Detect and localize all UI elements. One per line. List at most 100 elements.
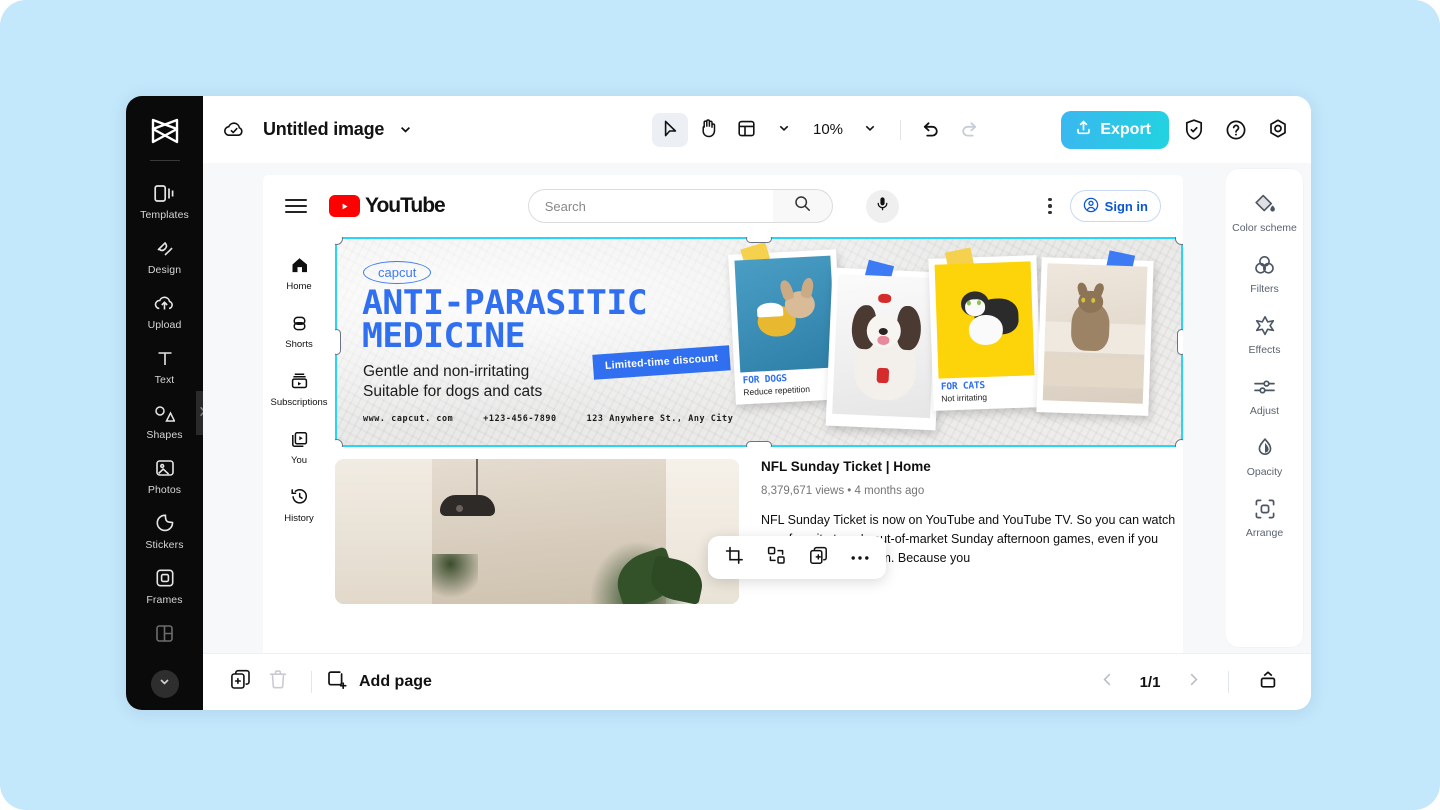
sidebar-item-frames[interactable]: Frames (126, 558, 203, 613)
paint-bucket-icon (1254, 192, 1276, 216)
contact-address: 123 Anywhere St., Any City (586, 413, 734, 423)
sidebar-item-text[interactable]: Text (126, 338, 203, 393)
crop-button[interactable] (714, 541, 754, 575)
sign-in-button[interactable]: Sign in (1069, 190, 1161, 222)
layout-dropdown-button[interactable] (766, 113, 802, 147)
sidebar-item-shapes[interactable]: Shapes (126, 393, 203, 448)
export-button[interactable]: Export (1061, 110, 1169, 149)
sidebar-item-shorts[interactable]: Shorts (263, 301, 335, 359)
redo-button[interactable] (951, 113, 987, 147)
panel-item-color-scheme[interactable]: Color scheme (1226, 183, 1303, 242)
next-page-button[interactable] (1178, 667, 1208, 697)
shorts-icon (290, 312, 309, 334)
question-circle-icon[interactable] (1219, 113, 1253, 147)
youtube-header: YouTube Search Sign in (263, 175, 1183, 237)
panel-collapse-handle[interactable] (196, 391, 203, 435)
sidebar-item-subscriptions[interactable]: Subscriptions (263, 359, 335, 417)
youtube-logo[interactable]: YouTube (329, 194, 446, 218)
video-thumbnail[interactable] (335, 459, 739, 604)
caption-subtitle: Not irritating (941, 391, 988, 404)
more-options-button[interactable] (840, 541, 880, 575)
layout-tool-button[interactable] (728, 113, 764, 147)
voice-search-button[interactable] (865, 189, 899, 223)
stickers-icon (154, 512, 176, 534)
zoom-dropdown-button[interactable] (852, 113, 888, 147)
history-clock-icon (290, 486, 309, 508)
delete-page-button[interactable] (259, 664, 297, 700)
chevron-left-icon (1100, 672, 1115, 692)
sidebar-item-home[interactable]: Home (263, 243, 335, 301)
prev-page-button[interactable] (1092, 667, 1122, 697)
panel-item-arrange[interactable]: Arrange (1226, 488, 1303, 547)
duplicate-icon (809, 546, 828, 570)
caption-subtitle (1045, 404, 1141, 407)
rail-expand-button[interactable] (150, 670, 179, 698)
settings-gear-icon[interactable] (1261, 113, 1295, 147)
chevron-down-icon (777, 121, 791, 138)
cloud-saved-icon[interactable] (217, 113, 251, 147)
capcut-logo-icon[interactable] (145, 112, 185, 150)
panel-item-label: Filters (1250, 283, 1279, 296)
upload-cloud-icon (154, 292, 176, 314)
document-title[interactable]: Untitled image (263, 119, 384, 140)
resize-handle-left[interactable] (335, 329, 341, 355)
sidebar-item-you[interactable]: You (263, 417, 335, 475)
search-input[interactable]: Search (527, 189, 773, 223)
hamburger-menu-icon[interactable] (285, 199, 307, 213)
zoom-level-value[interactable]: 10% (808, 121, 848, 138)
element-context-toolbar (708, 536, 886, 579)
photo-caption: FOR CATS Not irritating (939, 375, 1036, 404)
youtube-sidebar: Home Shorts Subscriptions You History (263, 237, 335, 604)
sidebar-item-label: You (290, 455, 308, 466)
replace-button[interactable] (756, 541, 796, 575)
headline-line-2: MEDICINE (362, 316, 525, 357)
crop-icon (725, 546, 744, 570)
sidebar-item-label: Photos (147, 484, 182, 496)
templates-icon (154, 182, 176, 204)
photo-image (934, 261, 1035, 379)
search-button[interactable] (772, 189, 833, 223)
chevron-right-icon (1186, 672, 1201, 692)
text-t-icon (154, 347, 176, 369)
photo-image (734, 255, 837, 373)
chevron-down-icon[interactable] (398, 122, 413, 137)
undo-button[interactable] (913, 113, 949, 147)
caption-title (1045, 403, 1141, 406)
sidebar-item-stickers[interactable]: Stickers (126, 503, 203, 558)
sidebar-item-templates[interactable]: Templates (126, 173, 203, 228)
zoom-control: 10% (808, 113, 888, 147)
sidebar-item-design[interactable]: Design (126, 228, 203, 283)
hand-pan-icon (699, 118, 718, 141)
sidebar-item-grid[interactable] (126, 613, 203, 656)
photo-image (1042, 263, 1148, 404)
sidebar-item-history[interactable]: History (263, 475, 335, 533)
resize-handle-bottom-left[interactable] (335, 439, 343, 447)
duplicate-button[interactable] (798, 541, 838, 575)
panel-item-filters[interactable]: Filters (1226, 244, 1303, 303)
panel-item-label: Color scheme (1232, 222, 1297, 234)
duplicate-page-icon (230, 669, 251, 695)
sidebar-item-photos[interactable]: Photos (126, 448, 203, 503)
panel-item-effects[interactable]: Effects (1226, 305, 1303, 364)
more-vertical-icon[interactable] (1048, 197, 1052, 215)
video-title[interactable]: NFL Sunday Ticket | Home (761, 459, 1177, 474)
panel-item-adjust[interactable]: Adjust (1226, 366, 1303, 425)
video-result-row: NFL Sunday Ticket | Home 8,379,671 views… (335, 447, 1183, 604)
add-page-button[interactable]: Add page (326, 669, 432, 696)
headline-line-1: ANTI-PARASITIC (362, 283, 648, 323)
pages-panel-toggle[interactable] (1249, 664, 1287, 700)
selected-banner-element[interactable]: capcut ANTI-PARASITIC MEDICINE Gentle an… (335, 237, 1183, 447)
youtube-play-icon (329, 195, 360, 217)
resize-handle-top-left[interactable] (335, 237, 343, 245)
select-tool-button[interactable] (652, 112, 688, 147)
shield-check-icon[interactable] (1177, 113, 1211, 147)
panel-item-opacity[interactable]: Opacity (1226, 427, 1303, 486)
duplicate-page-button[interactable] (221, 664, 259, 700)
sidebar-item-upload[interactable]: Upload (126, 283, 203, 338)
video-info: NFL Sunday Ticket | Home 8,379,671 views… (761, 459, 1183, 604)
hand-tool-button[interactable] (690, 113, 726, 147)
canvas-area[interactable]: YouTube Search Sign in Home Shorts Subsc… (203, 163, 1226, 653)
subtext-line-2: Suitable for dogs and cats (363, 383, 543, 401)
photos-image-icon (154, 457, 176, 479)
sidebar-item-label: Home (286, 281, 312, 292)
